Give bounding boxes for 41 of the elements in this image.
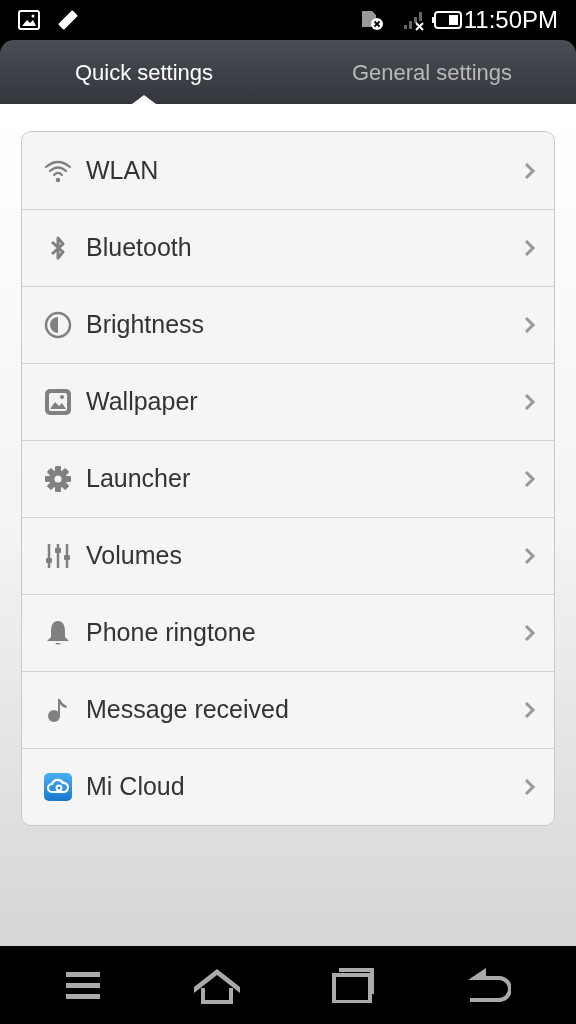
chevron-right-icon bbox=[524, 701, 536, 719]
image-icon bbox=[18, 10, 40, 30]
gear-icon bbox=[43, 464, 73, 494]
settings-item[interactable]: Wallpaper bbox=[22, 363, 554, 440]
item-label: Wallpaper bbox=[86, 386, 199, 418]
chevron-right-icon bbox=[524, 778, 536, 796]
sliders-icon bbox=[43, 541, 73, 571]
item-label: Bluetooth bbox=[86, 232, 193, 264]
signal-icon bbox=[401, 9, 426, 31]
settings-item[interactable]: Launcher bbox=[22, 440, 554, 517]
chevron-right-icon bbox=[524, 161, 536, 180]
item-label: Phone ringtone bbox=[86, 617, 257, 649]
chevron-right-icon bbox=[524, 239, 536, 257]
brightness-icon bbox=[43, 310, 73, 340]
settings-item[interactable]: Bluetooth bbox=[22, 209, 554, 286]
item-label: Brightness bbox=[86, 309, 206, 341]
settings-item[interactable]: Phone ringtone bbox=[22, 594, 554, 671]
chevron-right-icon bbox=[524, 393, 536, 411]
settings-item[interactable]: Mi Cloud bbox=[22, 748, 554, 825]
item-label: Volumes bbox=[86, 540, 183, 572]
settings-item[interactable]: Volumes bbox=[22, 517, 554, 594]
item-label: Message received bbox=[86, 694, 290, 726]
settings-item[interactable]: WLAN bbox=[22, 132, 554, 209]
tab[interactable]: General settings bbox=[288, 40, 576, 104]
cloud-icon bbox=[43, 772, 73, 802]
image-icon bbox=[43, 387, 73, 417]
settings-item[interactable]: Message received bbox=[22, 671, 554, 748]
battery-icon bbox=[431, 11, 462, 29]
chevron-right-icon bbox=[524, 547, 536, 565]
sim-card-icon bbox=[359, 9, 384, 31]
item-label: Mi Cloud bbox=[86, 771, 186, 803]
clock-time: 11:50PM bbox=[463, 8, 558, 32]
chevron-right-icon bbox=[524, 624, 536, 642]
settings-item[interactable]: Brightness bbox=[22, 286, 554, 363]
item-label: Launcher bbox=[86, 463, 192, 495]
chevron-right-icon bbox=[524, 470, 536, 488]
chevron-right-icon bbox=[524, 316, 536, 334]
menu-icon[interactable] bbox=[65, 970, 102, 1000]
back-icon[interactable] bbox=[466, 967, 511, 1003]
recent-apps-icon[interactable] bbox=[331, 967, 376, 1003]
item-label: WLAN bbox=[86, 154, 160, 186]
